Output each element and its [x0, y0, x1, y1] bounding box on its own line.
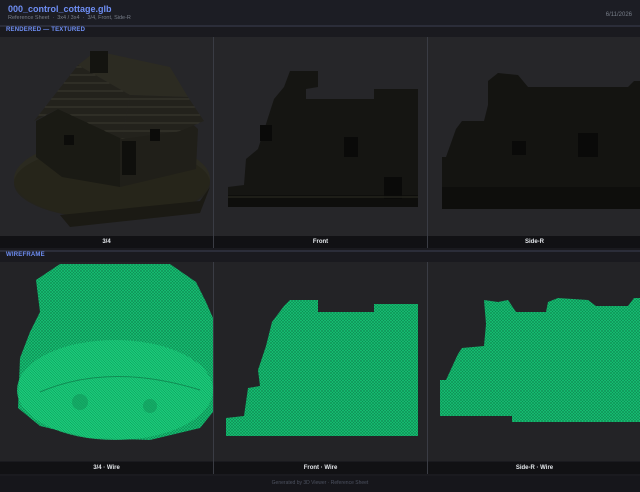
header-bar: 000_control_cottage.glb Reference Sheet … — [0, 0, 640, 25]
footer-bar: Generated by 3D Viewer · Reference Sheet — [0, 476, 640, 492]
cottage-wireframe-side-r — [440, 298, 640, 422]
cottage-render-side-r — [442, 73, 640, 209]
footer-text: Generated by 3D Viewer · Reference Sheet — [271, 480, 369, 486]
caption-wire-front: Front · Wire — [214, 462, 427, 474]
cottage-wireframe-front — [226, 300, 418, 436]
section-label-rendered: RENDERED — TEXTURED — [6, 27, 86, 33]
caption-rendered-front: Front — [214, 236, 427, 248]
sheet-subtitle: Reference Sheet · 3x4 / 3x4 · 3/4, Front… — [8, 15, 131, 21]
view-tile-wire-front[interactable] — [214, 262, 427, 461]
sheet-date: 6/11/2026 — [605, 12, 632, 18]
caption-rendered-side-r: Side-R — [428, 236, 640, 248]
header-divider — [0, 25, 640, 27]
column-separator — [213, 262, 214, 474]
column-separator — [213, 37, 214, 248]
cottage-render-3-4 — [14, 51, 210, 227]
caption-wire-side-r: Side-R · Wire — [428, 462, 640, 474]
section-label-wireframe: WIREFRAME — [6, 252, 45, 258]
column-separator — [427, 37, 428, 248]
view-tile-rendered-side-r[interactable] — [428, 37, 640, 236]
view-tile-rendered-front[interactable] — [214, 37, 427, 236]
view-tile-wire-side-r[interactable] — [428, 262, 640, 461]
cottage-render-front — [228, 71, 418, 207]
file-title: 000_control_cottage.glb — [8, 4, 112, 14]
cottage-wireframe-3-4 — [17, 264, 213, 440]
view-tile-wire-3-4[interactable] — [0, 262, 213, 461]
section-divider — [0, 250, 640, 252]
caption-wire-3-4: 3/4 · Wire — [0, 462, 213, 474]
column-separator — [427, 262, 428, 474]
caption-rendered-3-4: 3/4 — [0, 236, 213, 248]
view-tile-rendered-3-4[interactable] — [0, 37, 213, 236]
